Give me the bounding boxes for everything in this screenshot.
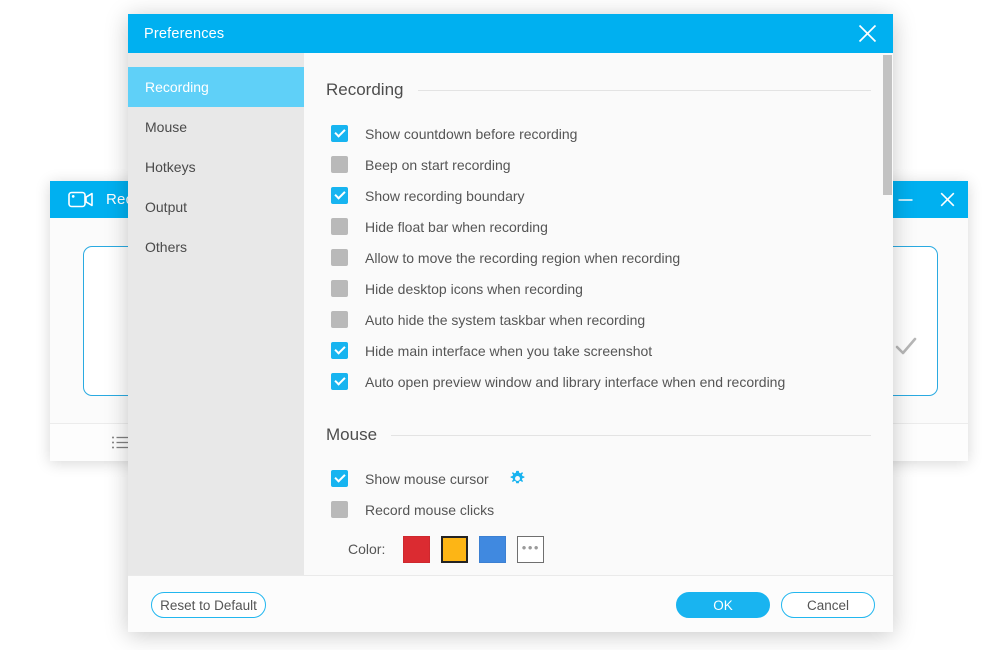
color-swatch-red[interactable] (403, 535, 431, 563)
ok-button[interactable]: OK (676, 592, 770, 618)
content-scrollbar-track[interactable] (882, 53, 893, 575)
checkbox-show-countdown[interactable] (331, 125, 348, 142)
option-label: Auto open preview window and library int… (365, 373, 786, 390)
option-label: Allow to move the recording region when … (365, 249, 681, 266)
mouse-color-row: Color: ••• (304, 529, 893, 569)
camcorder-icon (68, 191, 93, 208)
mouse-section-header: Mouse (304, 425, 893, 445)
sidebar-item-others[interactable]: Others (128, 227, 304, 267)
mouse-section: Mouse Show mouse cursor Record mouse cli… (304, 425, 893, 569)
more-colors-label: ••• (521, 540, 540, 555)
option-row[interactable]: Show mouse cursor (304, 463, 893, 494)
option-label: Hide desktop icons when recording (365, 280, 583, 297)
color-swatch-blue[interactable] (479, 535, 507, 563)
checkbox-hide-float-bar[interactable] (331, 218, 348, 235)
color-swatch-amber[interactable] (441, 535, 469, 563)
mouse-options-list: Show mouse cursor Record mouse clicks Co… (304, 463, 893, 569)
option-label: Show mouse cursor (365, 470, 489, 487)
option-row[interactable]: Show recording boundary (304, 180, 893, 211)
section-title: Mouse (326, 425, 378, 444)
reset-to-default-button[interactable]: Reset to Default (151, 592, 266, 618)
preferences-content: Recording Show countdown before recordin… (304, 53, 893, 569)
gear-icon[interactable] (509, 470, 526, 487)
option-label: Show countdown before recording (365, 125, 578, 142)
sidebar-item-label: Recording (145, 79, 209, 95)
option-label: Hide float bar when recording (365, 218, 548, 235)
checkbox-show-recording-boundary[interactable] (331, 187, 348, 204)
screen: Recorder (0, 0, 1006, 650)
checkbox-auto-open-preview[interactable] (331, 373, 348, 390)
checkbox-auto-hide-taskbar[interactable] (331, 311, 348, 328)
option-row[interactable]: Allow to move the recording region when … (304, 242, 893, 273)
dialog-main: Recording Mouse Hotkeys Output Others Re… (128, 53, 893, 575)
color-label: Color: (348, 541, 386, 557)
checkbox-beep-on-start[interactable] (331, 156, 348, 173)
sidebar-item-label: Mouse (145, 119, 188, 135)
option-row[interactable]: Hide float bar when recording (304, 211, 893, 242)
recording-options-list: Show countdown before recording Beep on … (304, 118, 893, 397)
option-label: Hide main interface when you take screen… (365, 342, 653, 359)
option-row[interactable]: Auto hide the system taskbar when record… (304, 304, 893, 335)
option-row[interactable]: Hide main interface when you take screen… (304, 335, 893, 366)
dialog-title-bar: Preferences (128, 14, 893, 53)
checkbox-record-mouse-clicks[interactable] (331, 501, 348, 518)
option-row[interactable]: Beep on start recording (304, 149, 893, 180)
dialog-title: Preferences (144, 25, 225, 42)
checkbox-hide-main-interface[interactable] (331, 342, 348, 359)
sidebar-item-label: Others (145, 239, 188, 255)
option-label: Auto hide the system taskbar when record… (365, 311, 646, 328)
content-scrollbar-thumb[interactable] (883, 55, 892, 195)
option-row[interactable]: Record mouse clicks (304, 494, 893, 525)
checkbox-hide-desktop-icons[interactable] (331, 280, 348, 297)
option-row[interactable]: Hide desktop icons when recording (304, 273, 893, 304)
dialog-footer: Reset to Default OK Cancel (128, 575, 893, 632)
section-title: Recording (326, 80, 404, 99)
option-label: Show recording boundary (365, 187, 525, 204)
section-divider (417, 89, 871, 91)
sidebar-item-recording[interactable]: Recording (128, 67, 304, 107)
sidebar-item-mouse[interactable]: Mouse (128, 107, 304, 147)
list-icon (112, 436, 128, 449)
close-icon[interactable] (926, 181, 968, 218)
close-icon[interactable] (841, 14, 893, 53)
checkbox-allow-move-region[interactable] (331, 249, 348, 266)
section-divider (391, 434, 871, 436)
more-colors-button[interactable]: ••• (517, 535, 545, 563)
option-row[interactable]: Auto open preview window and library int… (304, 366, 893, 397)
sidebar-item-hotkeys[interactable]: Hotkeys (128, 147, 304, 187)
sidebar-item-label: Output (145, 199, 188, 215)
checkmark-icon (895, 337, 917, 355)
recording-section-header: Recording (304, 80, 893, 100)
checkbox-show-mouse-cursor[interactable] (331, 470, 348, 487)
preferences-sidebar: Recording Mouse Hotkeys Output Others (128, 53, 304, 575)
sidebar-item-output[interactable]: Output (128, 187, 304, 227)
sidebar-item-label: Hotkeys (145, 159, 196, 175)
option-label: Record mouse clicks (365, 501, 495, 518)
option-row[interactable]: Show countdown before recording (304, 118, 893, 149)
cancel-button[interactable]: Cancel (781, 592, 875, 618)
color-swatches: ••• (403, 535, 545, 563)
preferences-content-scroll[interactable]: Recording Show countdown before recordin… (304, 53, 893, 575)
recorder-window-controls (884, 181, 968, 218)
option-label: Beep on start recording (365, 156, 511, 173)
preferences-dialog[interactable]: Preferences Recording Mouse Hotkeys Outp… (128, 14, 893, 632)
